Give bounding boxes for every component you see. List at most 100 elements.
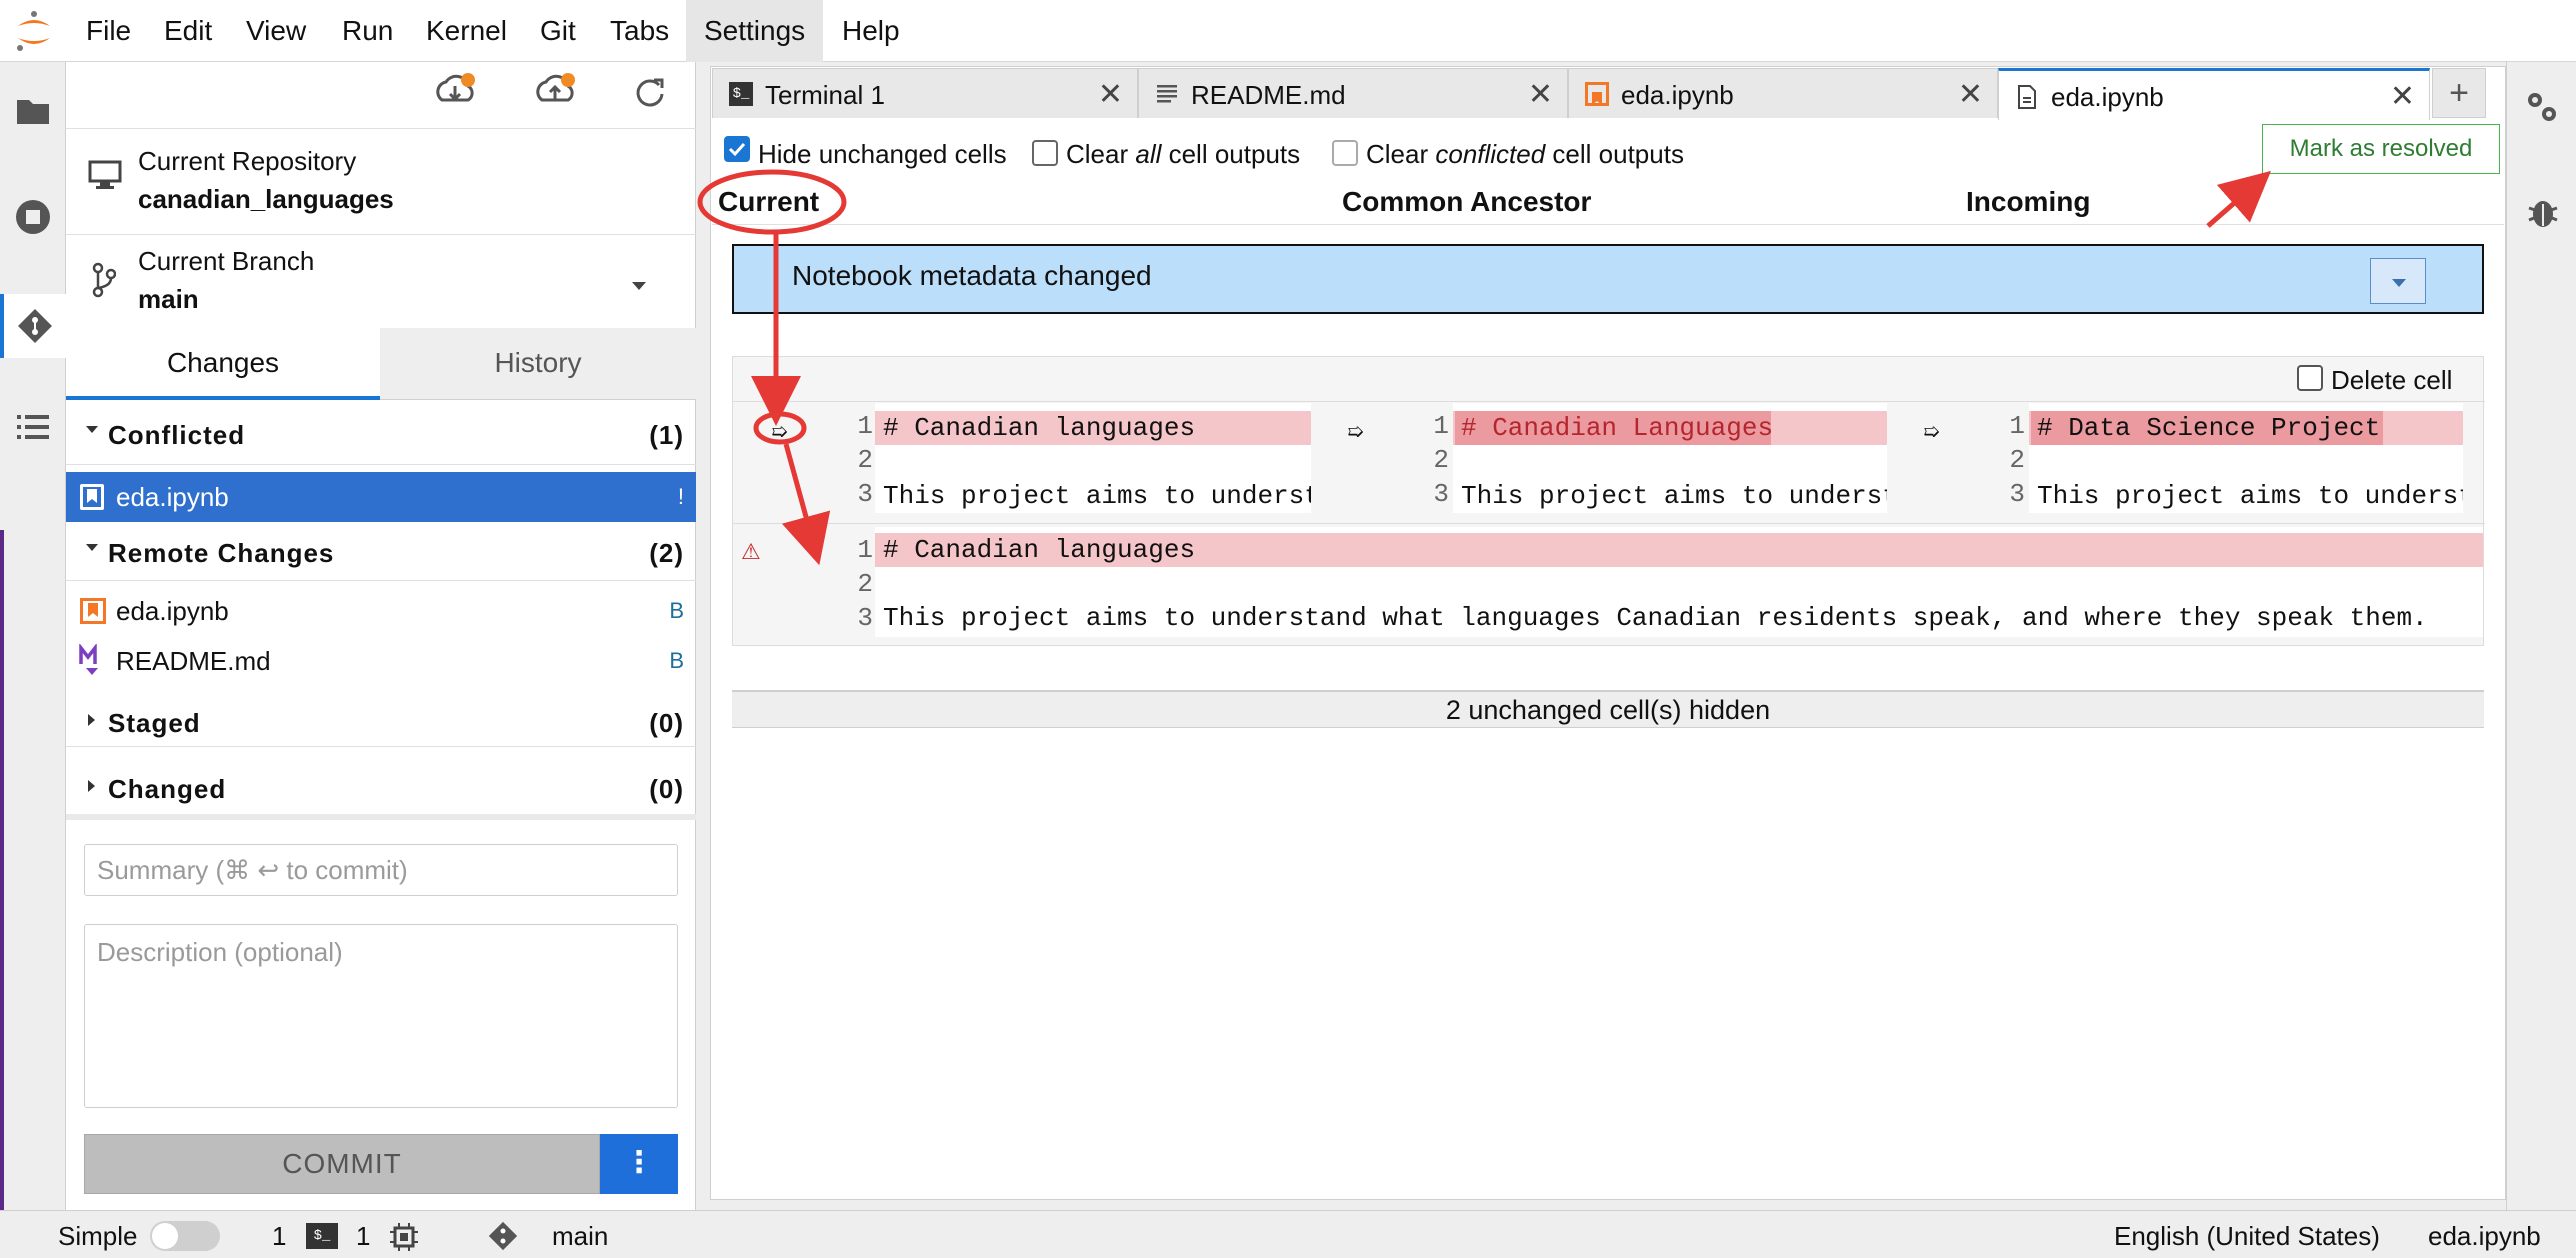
notebook-metadata-bar[interactable]: Notebook metadata changed <box>732 244 2484 314</box>
close-icon[interactable]: ✕ <box>2390 79 2415 114</box>
delete-cell-checkbox[interactable] <box>2297 365 2323 391</box>
notebook-icon <box>1585 82 1609 106</box>
menu-tabs[interactable]: Tabs <box>592 0 687 62</box>
tab-readme[interactable]: README.md ✕ <box>1138 68 1568 118</box>
refresh-icon[interactable] <box>626 70 672 116</box>
commit-summary-input[interactable]: Summary (⌘ ↩ to commit) <box>84 844 678 896</box>
branch-icon <box>92 262 117 298</box>
close-icon[interactable]: ✕ <box>1098 77 1123 112</box>
kernel-count: 1 <box>356 1221 371 1251</box>
delete-cell-label: Delete cell <box>2331 365 2453 395</box>
tab-changes[interactable]: Changes <box>66 328 380 400</box>
close-icon[interactable]: ✕ <box>1958 77 1983 112</box>
menu-run[interactable]: Run <box>324 0 411 62</box>
current-code-editor[interactable]: # Canadian languages This project aims t… <box>875 403 1311 513</box>
pick-current-icon[interactable]: ➯ <box>771 419 788 444</box>
menu-git[interactable]: Git <box>522 0 594 62</box>
tab-eda-merge[interactable]: eda.ipynb ✕ <box>1998 68 2430 120</box>
chevron-down-icon <box>2392 279 2406 287</box>
terminal-icon: $_ <box>729 82 753 106</box>
section-staged[interactable]: Staged (0) <box>66 692 696 752</box>
debugger-bug-icon[interactable] <box>2523 192 2563 232</box>
metadata-label: Notebook metadata changed <box>792 260 1152 291</box>
caret-down-icon <box>86 544 98 551</box>
menubar: File Edit View Run Kernel Git Tabs Setti… <box>0 0 2576 62</box>
terminal-count: 1 <box>272 1221 287 1251</box>
hide-unchanged-label: Hide unchanged cells <box>758 139 1007 169</box>
branch-label: Current Branch <box>138 246 315 276</box>
pick-ancestor-icon[interactable]: ➯ <box>1347 419 1364 444</box>
table-of-contents-icon[interactable] <box>8 402 58 452</box>
remote-file-row[interactable]: README.md B <box>66 636 696 686</box>
jupyter-logo-icon <box>12 8 56 54</box>
push-icon[interactable] <box>532 70 578 116</box>
property-inspector-gear-icon[interactable] <box>2521 86 2563 128</box>
clear-conflicted-outputs-label: Clear conflicted cell outputs <box>1366 139 1684 169</box>
window-edge <box>0 530 4 1210</box>
file-icon <box>2015 84 2039 109</box>
tab-terminal-1[interactable]: $_ Terminal 1 ✕ <box>712 68 1138 118</box>
terminal-icon[interactable]: $_ <box>306 1223 338 1249</box>
menu-kernel[interactable]: Kernel <box>408 0 525 62</box>
incoming-code-editor[interactable]: # Data Science Project This project aims… <box>2029 403 2463 513</box>
column-incoming: Incoming <box>1966 186 2091 217</box>
repo-label: Current Repository <box>138 146 357 176</box>
markdown-icon <box>78 642 108 678</box>
mark-as-resolved-button[interactable]: Mark as resolved <box>2262 124 2500 174</box>
clear-all-outputs-label: Clear all cell outputs <box>1066 139 1301 169</box>
text-file-icon <box>1155 82 1179 106</box>
conflict-cell: Delete cell ➯ 1 2 3 # Canadian languages… <box>732 356 2485 646</box>
metadata-expand-button[interactable] <box>2370 258 2426 304</box>
tab-history[interactable]: History <box>380 328 696 400</box>
add-tab-button[interactable]: + <box>2432 68 2486 118</box>
section-remote-changes[interactable]: Remote Changes (2) <box>66 522 696 582</box>
close-icon[interactable]: ✕ <box>1528 77 1553 112</box>
section-conflicted[interactable]: Conflicted (1) <box>66 404 696 464</box>
menu-view[interactable]: View <box>228 0 324 62</box>
hide-unchanged-checkbox[interactable] <box>724 136 750 162</box>
commit-options-button[interactable]: ⋮ <box>600 1134 678 1194</box>
folder-icon[interactable] <box>8 86 58 136</box>
caret-right-icon <box>88 780 95 792</box>
commit-button[interactable]: COMMIT <box>84 1134 600 1194</box>
right-sidebar <box>2506 62 2576 1210</box>
tab-eda-notebook[interactable]: eda.ipynb ✕ <box>1568 68 1998 118</box>
menu-settings[interactable]: Settings <box>686 0 824 62</box>
simple-mode-label: Simple <box>58 1221 138 1251</box>
commit-description-input[interactable]: Description (optional) <box>84 924 678 1108</box>
column-common-ancestor: Common Ancestor <box>1342 186 1592 217</box>
branch-selector[interactable]: Current Branch main <box>66 234 696 328</box>
clear-all-outputs-checkbox[interactable] <box>1032 140 1058 166</box>
running-stop-icon[interactable] <box>8 192 58 242</box>
branch-name: main <box>138 284 199 314</box>
ancestor-code-editor[interactable]: # Canadian Languages This project aims t… <box>1453 403 1887 513</box>
repo-name: canadian_languages <box>138 184 394 214</box>
current-branch[interactable]: main <box>552 1221 608 1252</box>
caret-right-icon <box>88 714 95 726</box>
remote-file-row[interactable]: eda.ipynb B <box>66 586 696 636</box>
chevron-down-icon <box>632 282 646 290</box>
merged-code-editor[interactable]: # Canadian languages This project aims t… <box>875 527 2483 637</box>
status-bar: Simple 1 $_ 1 main English (United State… <box>0 1210 2576 1258</box>
menu-file[interactable]: File <box>68 0 149 62</box>
active-file-name: eda.ipynb <box>2428 1221 2541 1251</box>
display-language[interactable]: English (United States) <box>2114 1221 2380 1252</box>
git-panel: Current Repository canadian_languages Cu… <box>66 62 696 1210</box>
git-branch-icon[interactable] <box>486 1219 520 1253</box>
section-changed[interactable]: Changed (0) <box>66 758 696 818</box>
activity-bar <box>0 62 66 1210</box>
unchanged-cells-hidden-bar[interactable]: 2 unchanged cell(s) hidden <box>732 690 2484 728</box>
simple-mode-toggle[interactable] <box>150 1221 220 1251</box>
git-icon[interactable] <box>0 294 66 358</box>
column-current: Current <box>718 186 820 217</box>
kernel-chip-icon[interactable] <box>388 1221 420 1253</box>
conflict-warning-icon: ⚠ <box>741 539 761 564</box>
menu-edit[interactable]: Edit <box>146 0 230 62</box>
conflicted-file-row[interactable]: eda.ipynb ! <box>66 472 696 522</box>
caret-down-icon <box>86 426 98 433</box>
pick-incoming-icon[interactable]: ➯ <box>1923 419 1940 444</box>
clear-conflicted-outputs-checkbox[interactable] <box>1332 140 1358 166</box>
menu-help[interactable]: Help <box>824 0 918 62</box>
pull-icon[interactable] <box>432 70 478 116</box>
computer-icon <box>88 160 122 190</box>
